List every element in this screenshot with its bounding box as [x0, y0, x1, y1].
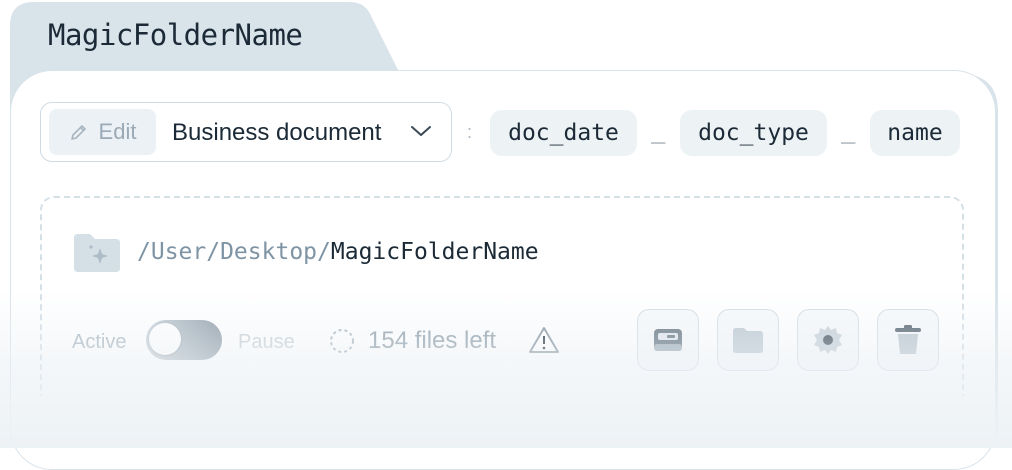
pattern-colon: : [467, 122, 473, 142]
path-folder-name: MagicFolderName [330, 239, 539, 265]
path-prefix: /User/Desktop/ [137, 239, 331, 265]
pause-label: Pause [238, 331, 295, 353]
trash-icon [895, 325, 921, 354]
document-type-value: Business document [172, 119, 382, 146]
token-separator: _ [651, 116, 666, 144]
files-left-count: 154 files left [368, 327, 497, 354]
magic-folder-icon [74, 234, 120, 272]
pencil-icon [70, 125, 86, 140]
inbox-button[interactable] [637, 309, 699, 371]
active-label: Active [72, 331, 127, 353]
token-chip-doc-type[interactable]: doc_type [680, 110, 827, 156]
settings-button[interactable] [797, 309, 859, 371]
document-type-selector[interactable]: Edit Business document [40, 102, 452, 162]
active-pause-toggle[interactable] [146, 320, 222, 360]
open-folder-button[interactable] [717, 309, 779, 371]
loading-spinner-icon [330, 329, 354, 353]
edit-button[interactable]: Edit [49, 109, 156, 155]
chevron-down-icon[interactable] [409, 122, 433, 140]
folder-title: MagicFolderName [48, 18, 303, 52]
gear-icon [814, 326, 842, 354]
token-chip-doc-date[interactable]: doc_date [490, 110, 637, 156]
inbox-icon [654, 329, 682, 351]
folder-icon [733, 328, 763, 353]
token-separator: _ [841, 116, 856, 144]
token-chip-name[interactable]: name [870, 110, 960, 156]
delete-button[interactable] [877, 309, 939, 371]
edit-label: Edit [98, 119, 137, 144]
folder-path: /User/Desktop/MagicFolderName [137, 239, 539, 265]
toggle-knob [149, 323, 181, 355]
warning-icon[interactable] [528, 325, 560, 355]
